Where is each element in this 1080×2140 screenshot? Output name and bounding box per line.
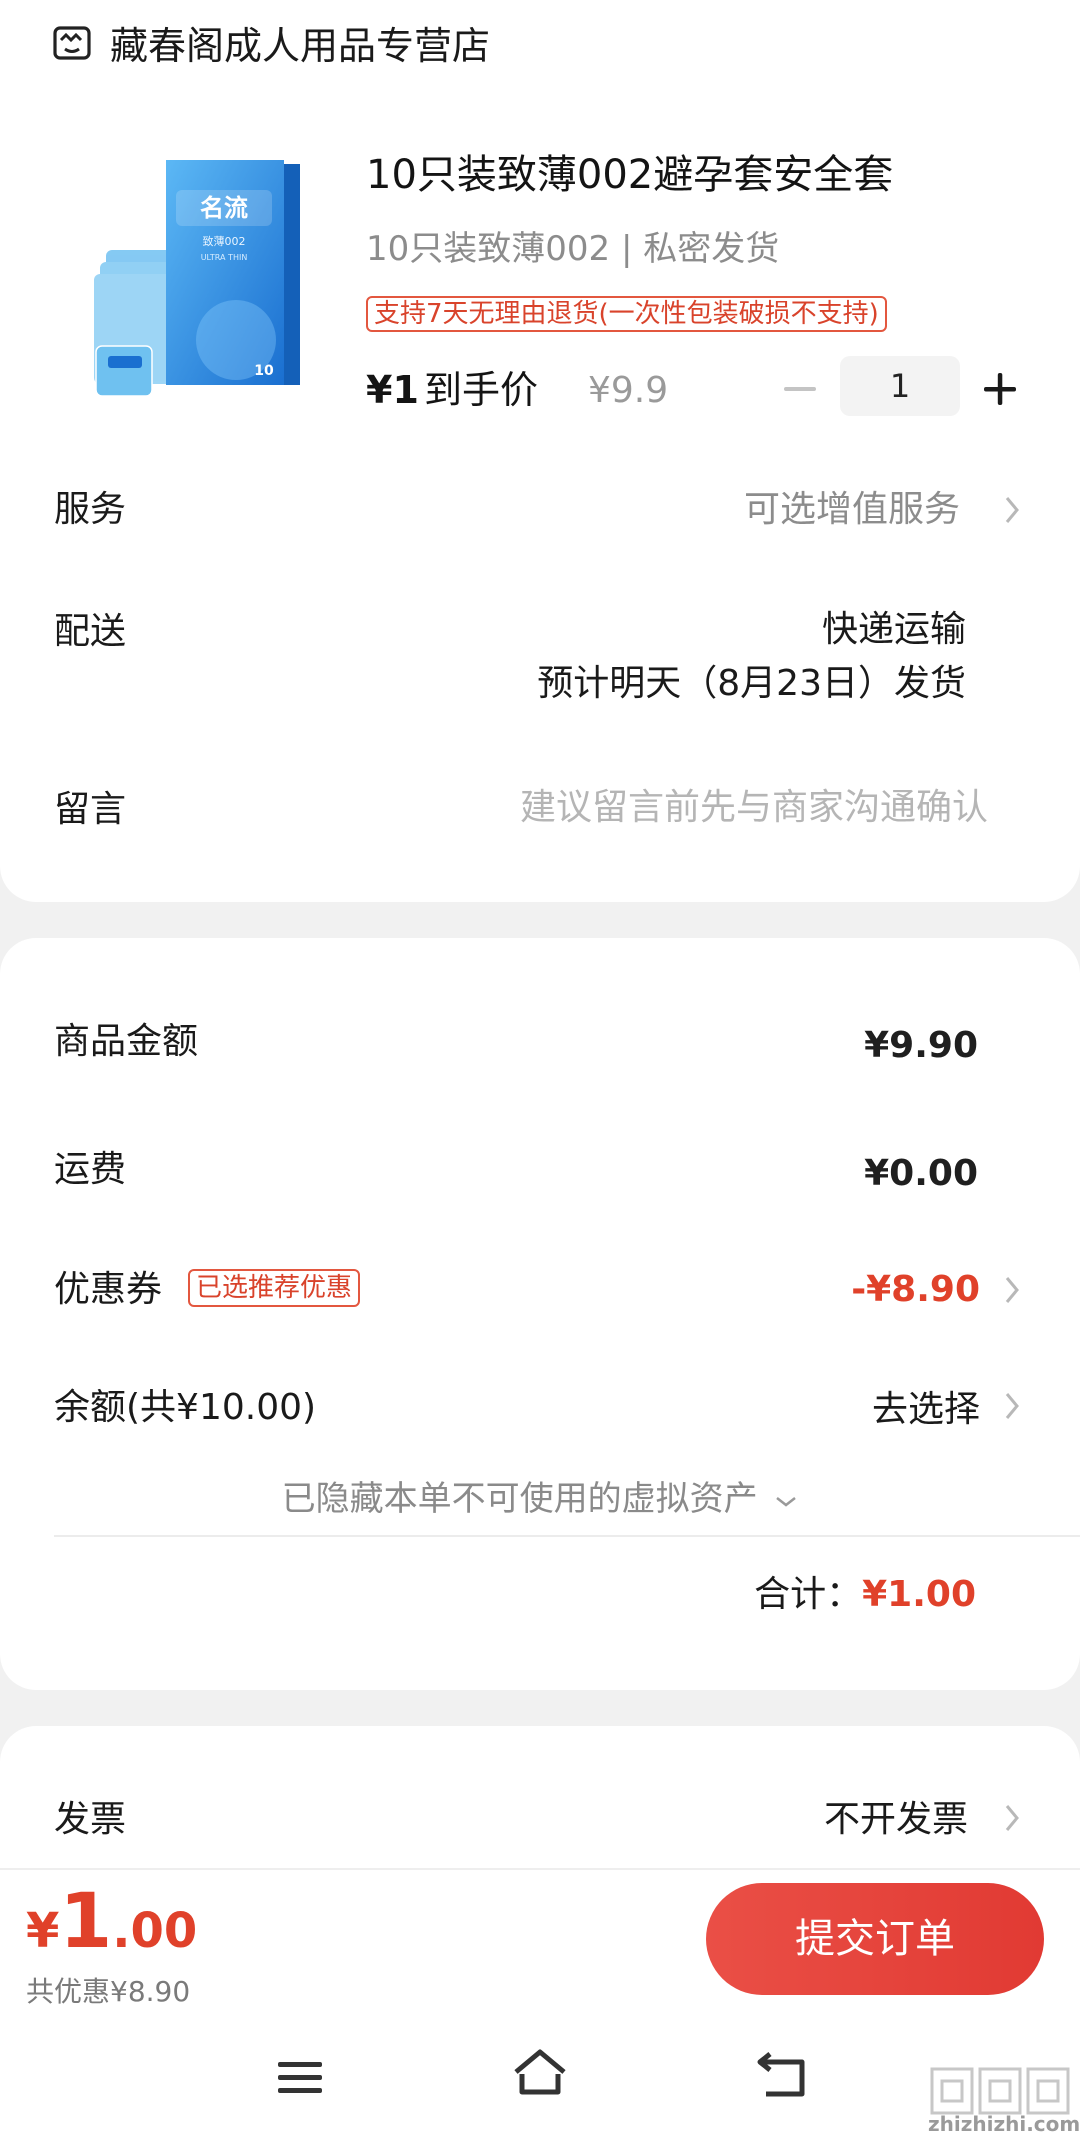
back-icon[interactable] <box>752 2048 812 2108</box>
coupon-value[interactable]: -¥8.90 <box>851 1266 980 1314</box>
chevron-right-icon[interactable] <box>1002 1800 1022 1836</box>
service-value[interactable]: 可选增值服务 <box>744 486 960 534</box>
chevron-down-icon <box>776 1496 797 1507</box>
quantity-field[interactable]: 1 <box>840 356 960 416</box>
quantity-decrease-button[interactable] <box>780 364 820 414</box>
balance-select-button[interactable]: 去选择 <box>872 1386 980 1434</box>
shop-icon <box>53 26 91 60</box>
hidden-assets-toggle[interactable]: 已隐藏本单不可使用的虚拟资产 <box>0 1476 1080 1522</box>
home-icon[interactable] <box>510 2044 570 2104</box>
chevron-right-icon[interactable] <box>1002 492 1022 528</box>
order-total: 合计：¥1.00 <box>754 1571 976 1619</box>
coupon-recommended-tag: 已选推荐优惠 <box>188 1269 361 1307</box>
coupon-label: 优惠券 <box>54 1269 163 1310</box>
chevron-right-icon[interactable] <box>1002 1272 1022 1308</box>
invoice-value[interactable]: 不开发票 <box>824 1796 968 1844</box>
chevron-right-icon[interactable] <box>1002 1388 1022 1424</box>
product-image-series: ULTRA THIN <box>201 253 248 262</box>
delivery-method: 快递运输 <box>821 609 966 650</box>
product-image-count: 10 <box>254 363 274 379</box>
payable-integer: 1 <box>59 1876 113 1965</box>
quantity-increase-button[interactable] <box>978 364 1022 414</box>
message-input[interactable]: 建议留言前先与商家沟通确认 <box>520 784 988 832</box>
order-total-value: ¥1.00 <box>862 1574 976 1615</box>
return-policy-tag: 支持7天无理由退货(一次性包装破损不支持) <box>366 296 887 332</box>
delivery-label: 配送 <box>54 611 127 652</box>
final-price: ¥1 <box>366 368 419 412</box>
product-image-brand: 名流 <box>200 194 248 222</box>
payable-currency: ¥ <box>26 1903 60 1959</box>
shop-name[interactable]: 藏春阁成人用品专营店 <box>110 22 490 70</box>
menu-icon[interactable] <box>270 2048 330 2108</box>
invoice-label: 发票 <box>54 1799 127 1840</box>
watermark-text: zhizhizhi.com <box>928 2112 1080 2136</box>
total-saving: 共优惠¥8.90 <box>26 1975 191 2008</box>
product-title[interactable]: 10只装致薄002避孕套安全套 <box>366 148 893 202</box>
shipping-label: 运费 <box>54 1149 127 1190</box>
shipping-value: ¥0.00 <box>864 1153 978 1194</box>
delivery-estimate: 预计明天（8月23日）发货 <box>537 663 966 704</box>
hidden-assets-text: 已隐藏本单不可使用的虚拟资产 <box>281 1479 758 1519</box>
goods-amount-label: 商品金额 <box>54 1021 199 1062</box>
original-price: ¥9.9 <box>588 370 669 411</box>
order-total-label: 合计： <box>754 1574 863 1615</box>
payable-decimal: .00 <box>112 1903 198 1959</box>
product-image-subtext: 致薄002 <box>203 234 246 248</box>
goods-amount-value: ¥9.90 <box>864 1025 978 1066</box>
order-item-card: 藏春阁成人用品专营店 名流 致薄002 ULTRA THIN 10 10只装致薄… <box>0 0 1080 902</box>
divider <box>54 1535 1080 1537</box>
message-label: 留言 <box>54 789 127 830</box>
balance-label: 余额(共¥10.00) <box>54 1387 317 1428</box>
product-image[interactable]: 名流 致薄002 ULTRA THIN 10 <box>86 150 306 400</box>
submit-order-button[interactable]: 提交订单 <box>706 1883 1044 1995</box>
product-spec: 10只装致薄002 | 私密发货 <box>366 229 780 269</box>
service-label: 服务 <box>54 489 127 530</box>
payable-amount: ¥1.00 <box>26 1876 197 1965</box>
final-price-label: 到手价 <box>424 368 539 412</box>
